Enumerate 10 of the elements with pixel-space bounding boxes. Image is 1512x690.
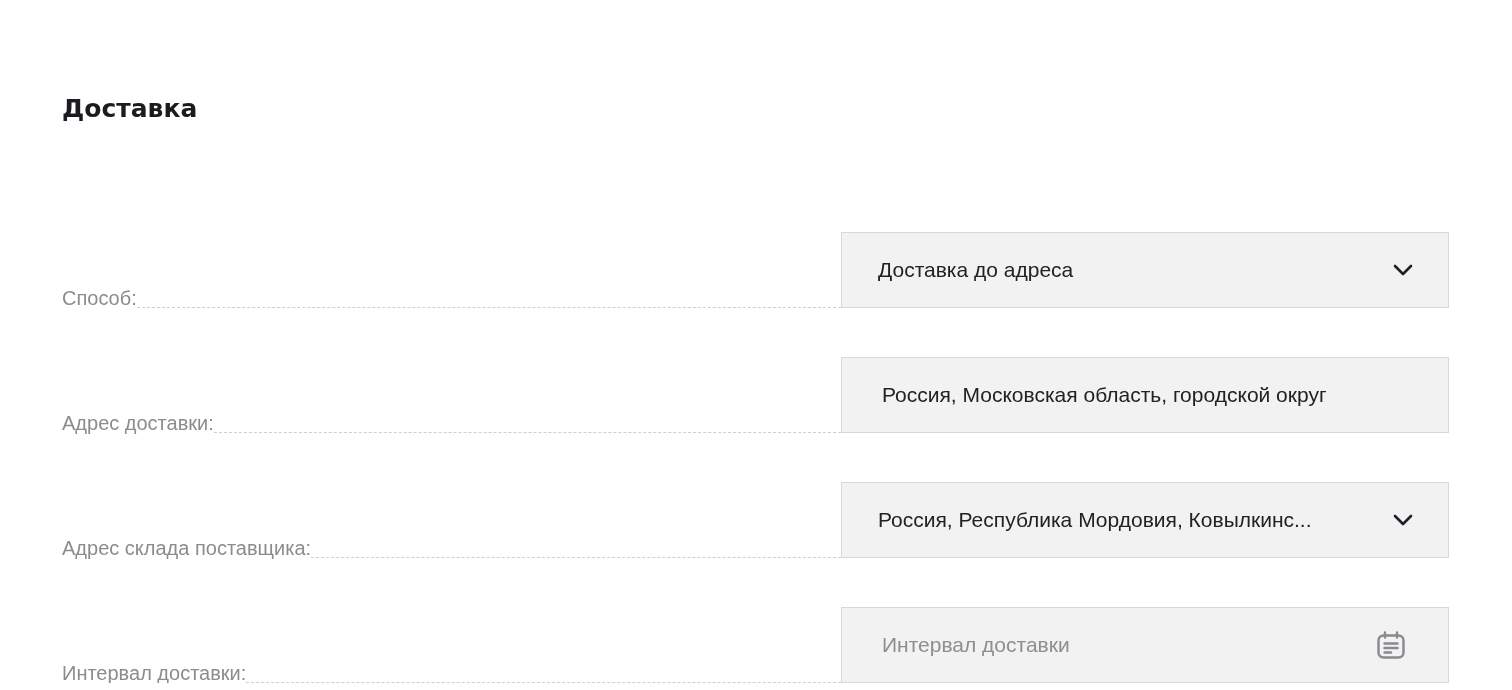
section-title: Доставка — [62, 93, 198, 125]
field-label: Адрес доставки: — [62, 411, 214, 435]
chevron-down-icon — [1393, 514, 1413, 526]
calendar-icon — [1377, 631, 1405, 659]
dropdown-field[interactable]: Доставка до адреса — [841, 232, 1449, 308]
text-field[interactable]: Россия, Московская область, городской округ — [841, 357, 1449, 433]
chevron-down-icon — [1393, 264, 1413, 276]
field-label: Адрес склада поставщика: — [62, 536, 312, 560]
dropdown-field[interactable]: Россия, Республика Мордовия, Ковылкинс... — [841, 482, 1449, 558]
field-label: Способ: — [62, 286, 137, 310]
